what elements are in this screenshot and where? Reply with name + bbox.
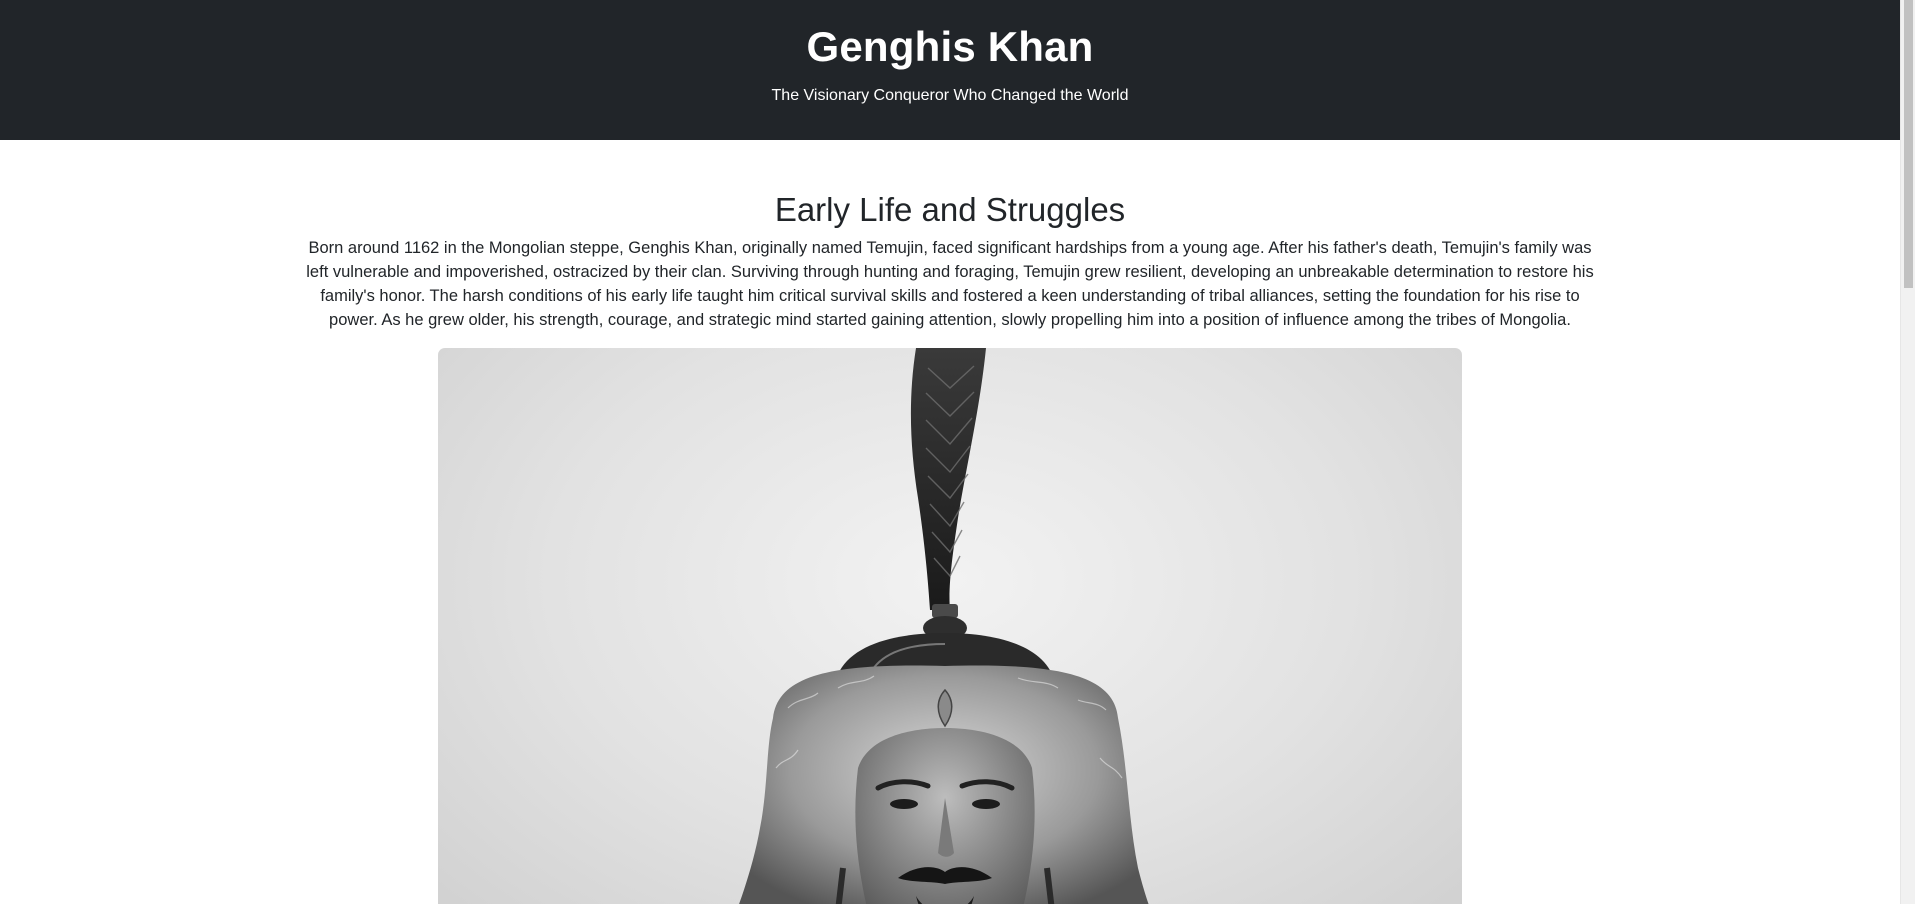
section-heading: Early Life and Struggles: [774, 191, 1126, 228]
genghis-khan-portrait-image: [438, 348, 1462, 904]
scrollbar-thumb[interactable]: [1904, 0, 1913, 288]
early-life-section: Early Life and Struggles Born around 116…: [0, 140, 1900, 904]
site-header: Genghis Khan The Visionary Conqueror Who…: [0, 0, 1900, 140]
vertical-scrollbar[interactable]: [1900, 0, 1915, 904]
section-paragraph: Born around 1162 in the Mongolian steppe…: [306, 239, 1594, 329]
portrait-illustration: [739, 348, 1149, 904]
page-viewport: Genghis Khan The Visionary Conqueror Who…: [0, 0, 1900, 904]
page-title: Genghis Khan: [806, 23, 1094, 70]
page-subtitle: The Visionary Conqueror Who Changed the …: [771, 87, 1129, 104]
